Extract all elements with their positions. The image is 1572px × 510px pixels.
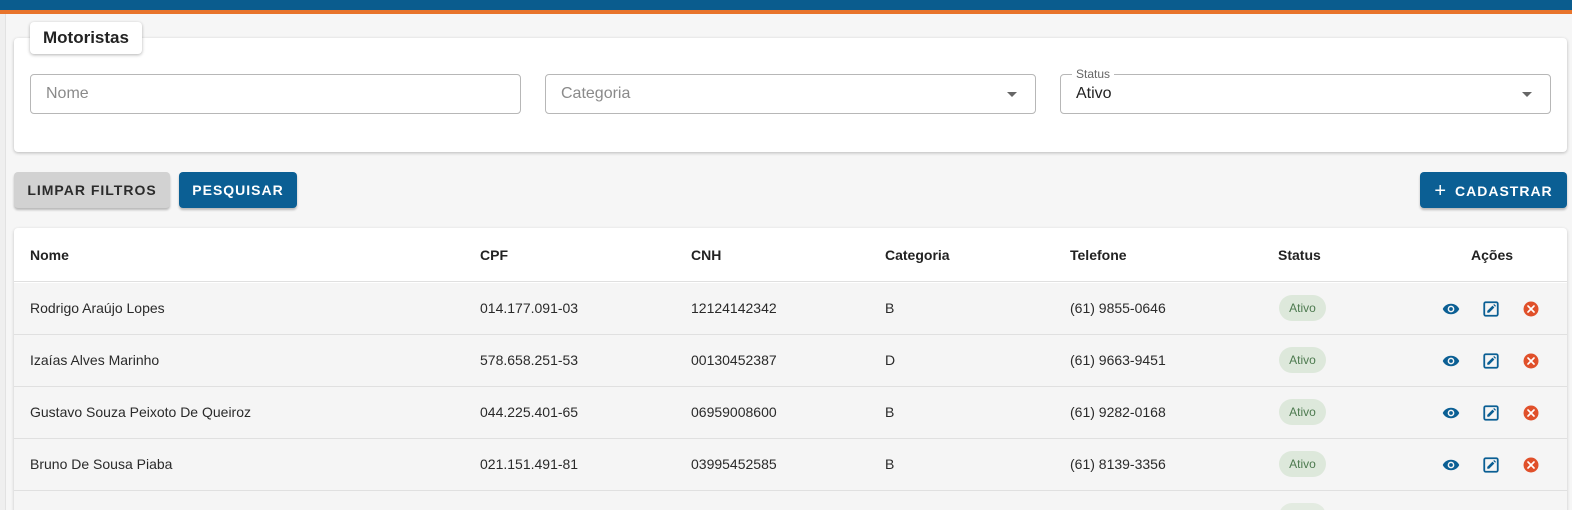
- edit-icon[interactable]: [1482, 456, 1500, 474]
- cell-nome: Bruno De Sousa Piaba: [30, 456, 173, 472]
- cell-telefone: (61) 9282-0168: [1070, 404, 1166, 420]
- table-row[interactable]: [14, 491, 1567, 510]
- column-header-categoria: Categoria: [885, 247, 950, 263]
- app-header-bar: [0, 0, 1572, 10]
- cell-categoria: D: [885, 352, 896, 368]
- add-driver-button[interactable]: + CADASTRAR: [1420, 172, 1567, 208]
- column-header-acoes: Ações: [1471, 247, 1514, 263]
- cell-cpf: 044.225.401-65: [480, 404, 579, 420]
- status-badge: [1279, 503, 1326, 510]
- categoria-placeholder: Categoria: [561, 85, 631, 102]
- cell-telefone: (61) 9855-0646: [1070, 300, 1166, 316]
- eye-icon[interactable]: [1442, 456, 1460, 474]
- cell-categoria: B: [885, 456, 895, 472]
- categoria-select[interactable]: Categoria: [545, 74, 1036, 114]
- cell-cnh: 06959008600: [691, 404, 777, 420]
- eye-icon[interactable]: [1442, 352, 1460, 370]
- column-header-telefone: Telefone: [1070, 247, 1127, 263]
- plus-icon: +: [1434, 180, 1447, 202]
- cell-telefone: (61) 9663-9451: [1070, 352, 1166, 368]
- status-select[interactable]: Status Ativo: [1060, 67, 1551, 114]
- app-header-accent: [0, 10, 1572, 14]
- cell-nome: Rodrigo Araújo Lopes: [30, 300, 165, 316]
- cell-cpf: 578.658.251-53: [480, 352, 579, 368]
- status-badge: Ativo: [1279, 399, 1326, 425]
- cell-nome: Izaías Alves Marinho: [30, 352, 160, 368]
- cell-telefone: (61) 8139-3356: [1070, 456, 1166, 472]
- delete-icon[interactable]: [1522, 352, 1540, 370]
- cell-cnh: 03995452585: [691, 456, 777, 472]
- page-title: Motoristas: [30, 22, 142, 54]
- status-badge: Ativo: [1279, 295, 1326, 321]
- status-value: Ativo: [1076, 85, 1112, 102]
- dropdown-arrow-icon: [1522, 92, 1532, 97]
- clear-filters-button[interactable]: LIMPAR FILTROS: [14, 172, 170, 208]
- edit-icon[interactable]: [1482, 352, 1500, 370]
- status-badge: Ativo: [1279, 451, 1326, 477]
- sidebar-edge: [0, 14, 6, 510]
- dropdown-arrow-icon: [1007, 92, 1017, 97]
- status-label: Status: [1072, 67, 1115, 81]
- cell-categoria: B: [885, 404, 895, 420]
- column-header-cnh: CNH: [691, 247, 722, 263]
- cell-categoria: B: [885, 300, 895, 316]
- add-button-label: CADASTRAR: [1455, 183, 1553, 199]
- nome-input[interactable]: Nome: [30, 74, 521, 114]
- status-badge: Ativo: [1279, 347, 1326, 373]
- cell-cpf: 014.177.091-03: [480, 300, 579, 316]
- table-header: Nome CPF CNH Categoria Telefone Status A…: [14, 228, 1567, 282]
- eye-icon[interactable]: [1442, 404, 1460, 422]
- eye-icon[interactable]: [1442, 300, 1460, 318]
- cell-cpf: 021.151.491-81: [480, 456, 579, 472]
- column-header-status: Status: [1278, 247, 1321, 263]
- search-button[interactable]: PESQUISAR: [179, 172, 297, 208]
- delete-icon[interactable]: [1522, 456, 1540, 474]
- table-row[interactable]: Bruno De Sousa Piaba 021.151.491-81 0399…: [14, 439, 1567, 491]
- table-row[interactable]: Izaías Alves Marinho 578.658.251-53 0013…: [14, 335, 1567, 387]
- column-header-cpf: CPF: [480, 247, 508, 263]
- delete-icon[interactable]: [1522, 300, 1540, 318]
- nome-placeholder: Nome: [46, 85, 89, 102]
- edit-icon[interactable]: [1482, 300, 1500, 318]
- edit-icon[interactable]: [1482, 404, 1500, 422]
- table-row[interactable]: Rodrigo Araújo Lopes 014.177.091-03 1212…: [14, 283, 1567, 335]
- cell-nome: Gustavo Souza Peixoto De Queiroz: [30, 404, 252, 420]
- cell-cnh: 12124142342: [691, 300, 777, 316]
- column-header-nome: Nome: [30, 247, 69, 263]
- delete-icon[interactable]: [1522, 404, 1540, 422]
- cell-cnh: 00130452387: [691, 352, 777, 368]
- drivers-table: Nome CPF CNH Categoria Telefone Status A…: [14, 228, 1567, 510]
- table-row[interactable]: Gustavo Souza Peixoto De Queiroz 044.225…: [14, 387, 1567, 439]
